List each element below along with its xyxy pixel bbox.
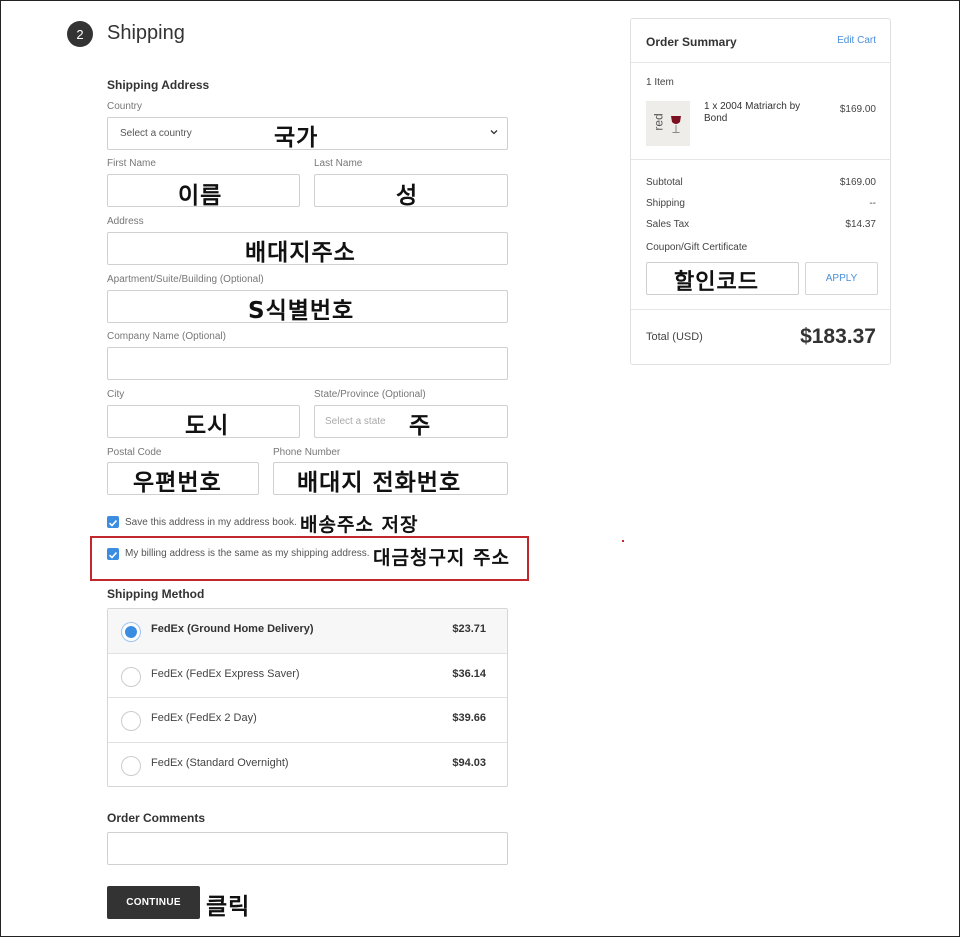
city-annotation: 도시: [185, 413, 230, 439]
method-price: $39.66: [452, 712, 486, 724]
address-annotation: 배대지주소: [245, 240, 356, 266]
item-name: 1 x 2004 Matriarch by Bond: [704, 101, 801, 124]
wine-glass-icon: [671, 116, 681, 133]
continue-annotation: 클릭: [206, 894, 251, 920]
state-select-placeholder: Select a state: [325, 416, 386, 427]
method-name: FedEx (Standard Overnight): [151, 756, 289, 769]
shipping-value: --: [869, 198, 876, 209]
order-comments-input[interactable]: [107, 832, 508, 865]
page-title: Shipping: [107, 22, 185, 44]
apartment-annotation: S식별번호: [248, 298, 355, 324]
chevron-down-icon: [490, 130, 498, 135]
shipping-method-list: FedEx (Ground Home Delivery) $23.71 FedE…: [107, 608, 508, 787]
order-comments-heading: Order Comments: [107, 811, 206, 825]
country-label: Country: [107, 101, 143, 112]
method-price: $23.71: [452, 623, 486, 635]
radio-button[interactable]: [121, 711, 141, 731]
billing-same-annotation: 대금청구지 주소: [373, 547, 510, 569]
order-summary-title: Order Summary: [646, 35, 737, 49]
shipping-method-heading: Shipping Method: [107, 587, 205, 601]
divider: [631, 309, 890, 310]
sales-tax-value: $14.37: [845, 219, 876, 230]
shipping-method-option[interactable]: FedEx (FedEx 2 Day) $39.66: [108, 698, 507, 743]
order-summary-panel: Order Summary Edit Cart 1 Item red 1 x 2…: [630, 18, 891, 365]
apartment-label: Apartment/Suite/Building (Optional): [107, 274, 264, 285]
company-label: Company Name (Optional): [107, 331, 226, 342]
stray-dot: [622, 540, 624, 542]
item-price: $169.00: [839, 104, 876, 115]
first-name-annotation: 이름: [178, 183, 223, 209]
divider: [631, 159, 890, 160]
postal-code-annotation: 우편번호: [133, 470, 222, 496]
country-select-value: Select a country: [120, 128, 192, 139]
step-number-badge: 2: [67, 21, 93, 47]
phone-label: Phone Number: [273, 447, 341, 458]
continue-button[interactable]: CONTINUE: [107, 886, 200, 919]
checkmark-icon: [108, 519, 118, 527]
radio-button[interactable]: [121, 755, 141, 776]
billing-same-label: My billing address is the same as my shi…: [125, 548, 370, 559]
save-address-label: Save this address in my address book.: [125, 517, 297, 528]
thumbnail-label: red: [651, 113, 666, 131]
coupon-annotation: 할인코드: [674, 270, 759, 295]
item-count: 1 Item: [646, 77, 674, 88]
shipping-method-option[interactable]: FedEx (Standard Overnight) $94.03: [108, 743, 507, 788]
last-name-annotation: 성: [396, 183, 419, 209]
apply-coupon-button[interactable]: APPLY: [805, 262, 878, 295]
shipping-label: Shipping: [646, 198, 685, 209]
method-name: FedEx (Ground Home Delivery): [151, 623, 314, 635]
total-value: $183.37: [800, 325, 876, 348]
radio-button[interactable]: [121, 622, 141, 642]
radio-button[interactable]: [121, 666, 141, 687]
save-address-annotation: 배송주소 저장: [300, 514, 419, 536]
shipping-address-heading: Shipping Address: [107, 78, 210, 92]
coupon-label: Coupon/Gift Certificate: [646, 242, 748, 253]
method-price: $36.14: [452, 667, 486, 680]
address-label: Address: [107, 216, 144, 227]
method-price: $94.03: [452, 756, 486, 769]
state-annotation: 주: [409, 413, 432, 439]
country-annotation: 국가: [274, 125, 319, 151]
method-name: FedEx (FedEx Express Saver): [151, 667, 300, 680]
last-name-label: Last Name: [314, 158, 363, 169]
checkmark-icon: [108, 551, 118, 559]
city-label: City: [107, 389, 125, 400]
sales-tax-label: Sales Tax: [646, 219, 690, 230]
first-name-label: First Name: [107, 158, 156, 169]
subtotal-value: $169.00: [839, 177, 876, 188]
state-label: State/Province (Optional): [314, 389, 426, 400]
billing-same-checkbox[interactable]: [107, 548, 119, 560]
edit-cart-link[interactable]: Edit Cart: [837, 35, 876, 46]
product-thumbnail: red: [646, 101, 690, 146]
company-input[interactable]: [107, 347, 508, 380]
total-label: Total (USD): [646, 331, 703, 343]
method-name: FedEx (FedEx 2 Day): [151, 712, 257, 724]
shipping-method-option[interactable]: FedEx (Ground Home Delivery) $23.71: [108, 609, 507, 654]
postal-code-label: Postal Code: [107, 447, 162, 458]
phone-annotation: 배대지 전화번호: [297, 470, 462, 496]
shipping-method-option[interactable]: FedEx (FedEx Express Saver) $36.14: [108, 654, 507, 698]
divider: [631, 62, 890, 63]
subtotal-label: Subtotal: [646, 177, 683, 188]
save-address-checkbox[interactable]: [107, 516, 119, 528]
